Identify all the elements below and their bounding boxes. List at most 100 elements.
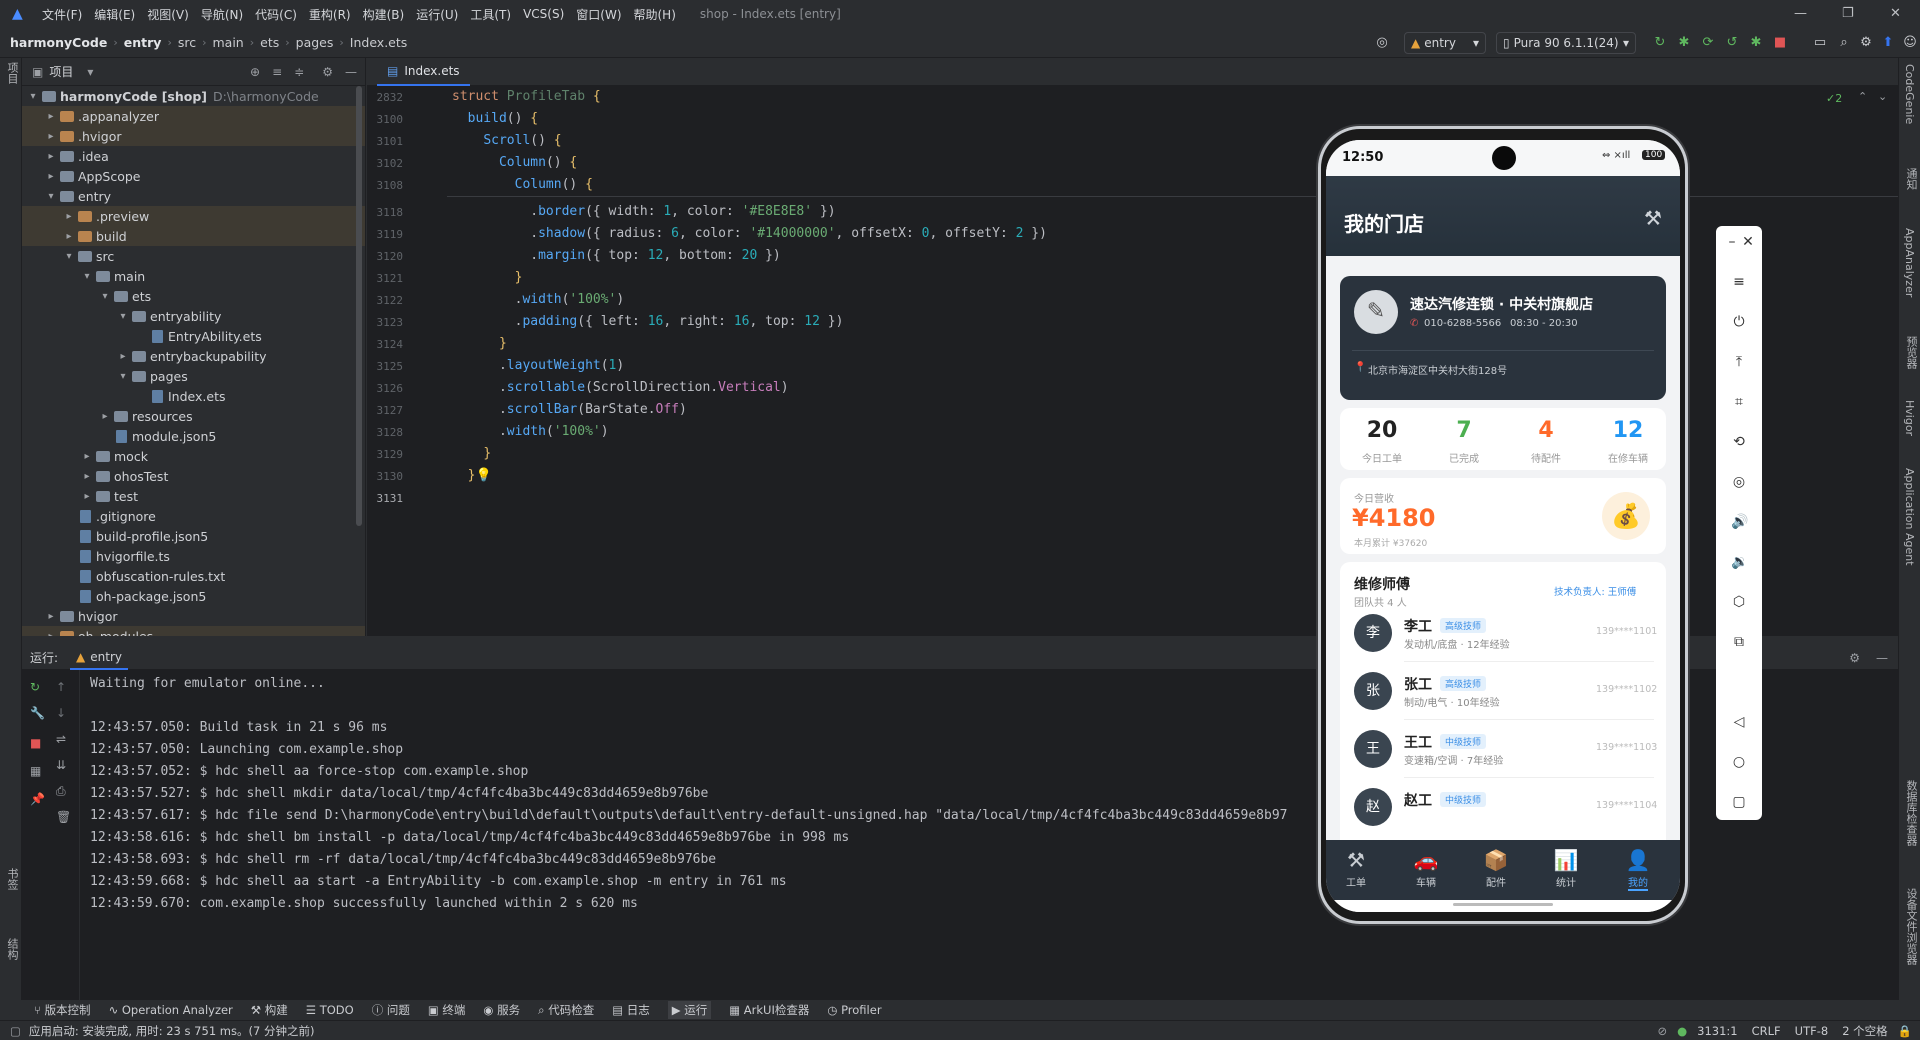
- chevron-right-icon[interactable]: ▸: [116, 351, 130, 362]
- strip-project[interactable]: 项目: [4, 62, 20, 84]
- chevron-right-icon[interactable]: ▸: [44, 611, 58, 622]
- no-signal-icon[interactable]: ⊘: [1657, 1024, 1667, 1038]
- tree-item[interactable]: ▸ .idea: [22, 146, 365, 166]
- update-icon[interactable]: ⬆: [1880, 35, 1896, 51]
- chevron-right-icon[interactable]: ▸: [80, 491, 94, 502]
- tree-root[interactable]: ▾ harmonyCode [shop] D:\harmonyCode: [22, 86, 365, 106]
- minimize-icon[interactable]: —: [1794, 6, 1807, 21]
- tree-item[interactable]: ▸ ohosTest: [22, 466, 365, 486]
- layout-icon[interactable]: ▦: [30, 764, 41, 778]
- tree-item[interactable]: ▸ test: [22, 486, 365, 506]
- tool-profiler[interactable]: ◷ Profiler: [827, 1003, 881, 1017]
- tool-build[interactable]: ⚒ 构建: [251, 1002, 288, 1018]
- module-select[interactable]: ▲ entry ▾: [1404, 32, 1486, 54]
- tree-item[interactable]: ▸ oh_modules: [22, 626, 365, 636]
- menu-code[interactable]: 代码(C): [255, 6, 297, 23]
- chevron-right-icon[interactable]: ▸: [62, 211, 76, 222]
- trash-icon[interactable]: 🗑: [56, 810, 71, 824]
- tool-terminal[interactable]: ▣ 终端: [428, 1002, 466, 1018]
- strip-device-files[interactable]: 设备文件浏览器: [1903, 888, 1919, 965]
- rerun-icon[interactable]: ↻: [30, 680, 40, 694]
- target-icon[interactable]: ◎: [1374, 35, 1390, 51]
- breadcrumb-file[interactable]: Index.ets: [350, 35, 408, 50]
- power-icon[interactable]: ⏻: [1731, 314, 1747, 330]
- tree-item[interactable]: ▸ entrybackupability: [22, 346, 365, 366]
- tree-item[interactable]: ▸ AppScope: [22, 166, 365, 186]
- chevron-right-icon[interactable]: ▸: [80, 471, 94, 482]
- recents-icon[interactable]: ▢: [1731, 794, 1747, 810]
- tool-log[interactable]: ▤ 日志: [612, 1002, 650, 1018]
- strip-notifications[interactable]: 通知: [1903, 168, 1919, 190]
- tree-item[interactable]: obfuscation-rules.txt: [22, 566, 365, 586]
- close-icon[interactable]: ✕: [1890, 6, 1901, 21]
- phone-tab-mine[interactable]: 👤 我的: [1608, 848, 1668, 891]
- menu-build[interactable]: 构建(B): [363, 6, 405, 23]
- wrench-icon[interactable]: 🔧: [30, 706, 45, 720]
- status-panel-icon[interactable]: ▢: [10, 1024, 21, 1038]
- indent-setting[interactable]: 2 个空格: [1842, 1023, 1887, 1039]
- menu-vcs[interactable]: VCS(S): [523, 7, 564, 21]
- chevron-up-icon[interactable]: ⌃: [1858, 90, 1867, 103]
- upload-icon[interactable]: ⤒: [1731, 354, 1747, 370]
- chevron-right-icon[interactable]: ▸: [62, 231, 76, 242]
- tree-item[interactable]: hvigorfile.ts: [22, 546, 365, 566]
- chevron-down-icon[interactable]: ▾: [116, 311, 130, 322]
- crop-icon[interactable]: ⌗: [1731, 394, 1747, 410]
- shake-icon[interactable]: ⬡: [1731, 594, 1747, 610]
- search-icon[interactable]: ⌕: [1836, 35, 1852, 51]
- tree-item[interactable]: Index.ets: [22, 386, 365, 406]
- emulator-screen[interactable]: 12:50 ⇔ ×ıll 100 我的门店 ⚒ ✎ 速达汽修连锁 · 中关村旗舰…: [1326, 140, 1680, 912]
- profile-icon[interactable]: ✱: [1748, 35, 1764, 51]
- strip-structure[interactable]: 结构: [4, 938, 20, 960]
- tab-index-ets[interactable]: ▤ Index.ets: [377, 58, 470, 86]
- phone-tab-orders[interactable]: ⚒ 工单: [1326, 848, 1386, 889]
- locate-icon[interactable]: ⊕: [250, 65, 260, 79]
- tool-arkui-inspector[interactable]: ▦ ArkUI检查器: [729, 1002, 809, 1018]
- tree-item[interactable]: ▾ pages: [22, 366, 365, 386]
- tree-item[interactable]: build-profile.json5: [22, 526, 365, 546]
- status-message[interactable]: 应用启动: 安装完成, 用时: 23 s 751 ms。(7 分钟之前): [29, 1023, 315, 1039]
- expand-all-icon[interactable]: ≑: [294, 65, 304, 79]
- tool-problems[interactable]: ⓘ 问题: [372, 1002, 410, 1018]
- chevron-down-icon[interactable]: ⌄: [1878, 90, 1887, 103]
- debug-icon[interactable]: ✱: [1676, 35, 1692, 51]
- strip-previewer[interactable]: 预览器: [1903, 336, 1919, 369]
- apply-changes-icon[interactable]: ↺: [1724, 35, 1740, 51]
- chevron-right-icon[interactable]: ▸: [44, 171, 58, 182]
- tools-icon[interactable]: ⚒: [1644, 206, 1662, 230]
- tree-item[interactable]: EntryAbility.ets: [22, 326, 365, 346]
- chevron-down-icon[interactable]: ▾: [116, 371, 130, 382]
- menu-edit[interactable]: 编辑(E): [94, 6, 135, 23]
- tree-item[interactable]: ▸ build: [22, 226, 365, 246]
- tool-operation-analyzer[interactable]: ∿ Operation Analyzer: [109, 1003, 233, 1017]
- collapse-all-icon[interactable]: ≡: [272, 65, 282, 79]
- breadcrumb-pages[interactable]: pages: [296, 35, 334, 50]
- shop-card[interactable]: ✎ 速达汽修连锁 · 中关村旗舰店 ✆ 010-6288-5566 08:30 …: [1340, 276, 1666, 400]
- scroll-down-icon[interactable]: ↓: [56, 706, 66, 720]
- minimize-icon[interactable]: –: [1724, 234, 1740, 250]
- strip-hvigor[interactable]: Hvigor: [1903, 400, 1916, 436]
- device-manager-icon[interactable]: ▭: [1812, 35, 1828, 51]
- strip-codegenie[interactable]: CodeGenie: [1903, 64, 1916, 124]
- chevron-down-icon[interactable]: ▾: [80, 271, 94, 282]
- tool-todo[interactable]: ☰ TODO: [306, 1003, 354, 1017]
- menu-help[interactable]: 帮助(H): [634, 6, 676, 23]
- tree-scrollbar[interactable]: [356, 86, 362, 526]
- inspection-count[interactable]: ✓2: [1826, 92, 1842, 105]
- strip-application-agent[interactable]: Application Agent: [1903, 468, 1916, 566]
- menu-navigate[interactable]: 导航(N): [201, 6, 243, 23]
- menu-tools[interactable]: 工具(T): [470, 6, 511, 23]
- home-icon[interactable]: ○: [1731, 754, 1747, 770]
- chevron-right-icon[interactable]: ▸: [44, 131, 58, 142]
- account-icon[interactable]: ☺: [1902, 35, 1918, 51]
- tree-item[interactable]: ▾ entry: [22, 186, 365, 206]
- tree-item[interactable]: ▾ ets: [22, 286, 365, 306]
- back-icon[interactable]: ◁: [1731, 714, 1747, 730]
- strip-appanalyzer[interactable]: AppAnalyzer: [1903, 228, 1916, 297]
- tree-item[interactable]: oh-package.json5: [22, 586, 365, 606]
- menu-window[interactable]: 窗口(W): [576, 6, 621, 23]
- line-separator[interactable]: CRLF: [1752, 1024, 1781, 1038]
- caret-position[interactable]: 3131:1: [1697, 1024, 1737, 1038]
- tree-item[interactable]: ▾ entryability: [22, 306, 365, 326]
- tree-item[interactable]: ▸ .appanalyzer: [22, 106, 365, 126]
